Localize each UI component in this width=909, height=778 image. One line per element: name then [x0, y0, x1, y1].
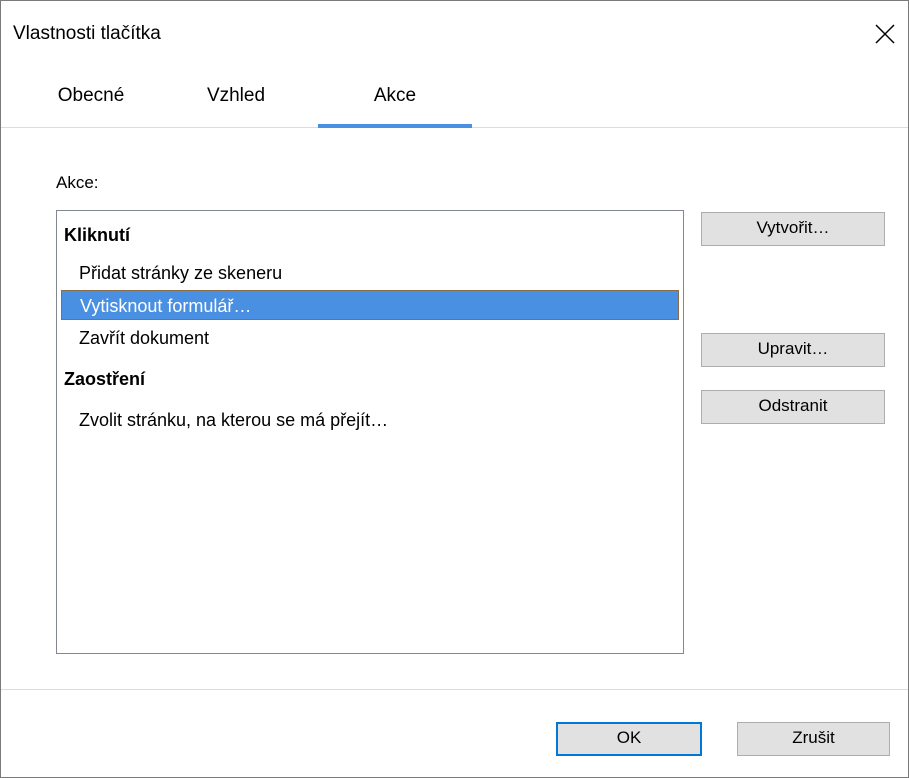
group-header-click: Kliknutí — [64, 225, 130, 245]
actions-list[interactable]: Kliknutí Přidat stránky ze skeneru Vytis… — [56, 210, 684, 654]
list-item[interactable]: Zavřít dokument — [61, 323, 679, 353]
title-bar: Vlastnosti tlačítka — [1, 1, 908, 71]
dialog-title: Vlastnosti tlačítka — [13, 23, 161, 44]
list-item-label: Přidat stránky ze skeneru — [79, 263, 283, 283]
tab-bar: Obecné Vzhled Akce — [1, 77, 908, 128]
actions-label: Akce: — [56, 173, 99, 192]
close-icon — [875, 24, 895, 44]
list-item-label: Vytisknout formulář… — [80, 296, 252, 316]
tab-label: Obecné — [57, 85, 125, 106]
tab-label: Akce — [373, 85, 417, 106]
ok-button[interactable]: OK — [556, 722, 702, 756]
delete-button[interactable]: Odstranit — [701, 390, 885, 424]
create-button[interactable]: Vytvořit… — [701, 212, 885, 246]
tab-obecne[interactable]: Obecné — [31, 85, 151, 127]
tab-akce[interactable]: Akce — [318, 85, 472, 128]
properties-dialog: Vlastnosti tlačítka Obecné Vzhled Akce A… — [0, 0, 909, 778]
tab-vzhled[interactable]: Vzhled — [176, 85, 296, 127]
close-button[interactable] — [864, 13, 906, 55]
list-item-selected[interactable]: Vytisknout formulář… — [61, 290, 679, 320]
footer-divider — [1, 689, 908, 690]
list-item[interactable]: Přidat stránky ze skeneru — [61, 258, 679, 288]
list-item-label: Zvolit stránku, na kterou se má přejít… — [79, 410, 389, 430]
list-item-label: Zavřít dokument — [79, 328, 210, 348]
edit-button[interactable]: Upravit… — [701, 333, 885, 367]
list-item[interactable]: Zvolit stránku, na kterou se má přejít… — [61, 405, 679, 435]
tab-label: Vzhled — [206, 85, 266, 106]
group-header-focus: Zaostření — [64, 369, 146, 389]
cancel-button[interactable]: Zrušit — [737, 722, 890, 756]
